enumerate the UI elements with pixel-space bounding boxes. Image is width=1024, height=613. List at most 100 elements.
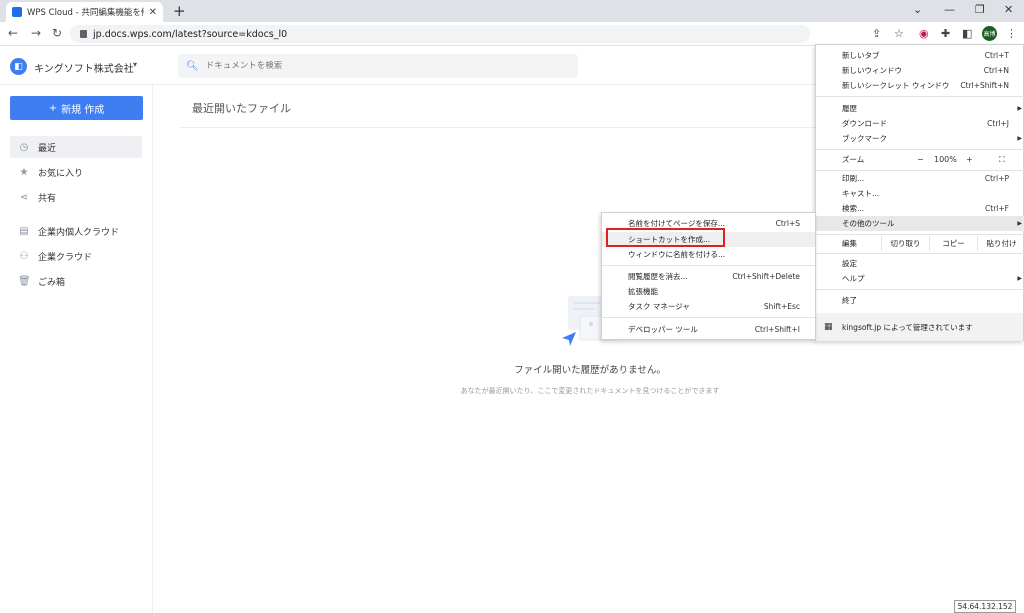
close-window-button[interactable]: ✕ (1004, 3, 1013, 16)
menu-item-shortcut: Ctrl+Shift+N (960, 81, 1009, 90)
menu-item-label: 新しいシークレット ウィンドウ (842, 81, 950, 90)
menu-item-cast[interactable]: キャスト... (816, 186, 1024, 201)
zoom-out-button[interactable]: − (917, 155, 924, 164)
menu-item-zoom: ズーム − 100% + ⛶ (816, 152, 1024, 167)
chrome-menu-kebab-icon[interactable]: ⋮ (1006, 27, 1017, 40)
browser-tab-bar: WPS Cloud - 共同編集機能を備え ✕ + ⌄ — ❐ ✕ (0, 0, 1024, 22)
star-icon: ★ (19, 166, 29, 178)
browser-toolbar: ← → ↻ jp.docs.wps.com/latest?source=kdoc… (0, 22, 1024, 46)
submenu-item-clear-history[interactable]: 閲覧履歴を消去... Ctrl+Shift+Delete (602, 269, 815, 284)
org-name[interactable]: キングソフト株式会社 (34, 60, 134, 75)
menu-item-find[interactable]: 検索... Ctrl+F (816, 201, 1024, 216)
cut-button[interactable]: 切り取り (881, 236, 929, 251)
menu-item-exit[interactable]: 終了 (816, 293, 1024, 308)
managed-label: kingsoft.jp によって管理されています (842, 322, 973, 332)
managed-by-notice[interactable]: ▦ kingsoft.jp によって管理されています (816, 313, 1023, 341)
menu-separator (816, 96, 1024, 97)
org-caret-icon[interactable]: ▾ (133, 60, 137, 69)
menu-item-downloads[interactable]: ダウンロード Ctrl+J (816, 116, 1024, 131)
share-icon[interactable]: ⇪ (872, 27, 881, 40)
color-extension-icon[interactable]: ◉ (919, 27, 929, 40)
menu-item-label: 印刷... (842, 174, 865, 183)
menu-item-label: 終了 (842, 296, 857, 305)
side-panel-icon[interactable]: ◧ (962, 27, 972, 40)
sidebar-item-trash[interactable]: 🗑 ごみ箱 (10, 270, 142, 292)
search-box[interactable]: 🔍︎ (178, 54, 578, 78)
paste-button[interactable]: 貼り付け (977, 236, 1024, 251)
new-create-label: 新規 作成 (61, 104, 105, 116)
sidebar-item-enterprise-cloud[interactable]: ⚇ 企業クラウド (10, 245, 142, 267)
sidebar-item-personal-cloud[interactable]: ▤ 企業内個人クラウド (10, 220, 142, 242)
minimize-button[interactable]: — (944, 3, 955, 16)
menu-item-new-tab[interactable]: 新しいタブ Ctrl+T (816, 48, 1024, 63)
menu-item-shortcut: Ctrl+N (983, 66, 1009, 75)
menu-item-label: 検索... (842, 204, 865, 213)
menu-separator (816, 253, 1024, 254)
menu-item-print[interactable]: 印刷... Ctrl+P (816, 171, 1024, 186)
sidebar: + 新規 作成 ◷ 最近 ★ お気に入り ⋖ 共有 ▤ 企業内個人クラウド ⚇ … (0, 85, 153, 613)
menu-separator (816, 234, 1024, 235)
menu-item-label: その他のツール (842, 219, 895, 228)
new-create-button[interactable]: + 新規 作成 (10, 96, 143, 120)
ip-address-badge: 54.64.132.152 (954, 600, 1016, 613)
search-input[interactable] (205, 61, 566, 71)
submenu-item-label: 拡張機能 (628, 287, 658, 296)
menu-separator (602, 317, 815, 318)
extensions-puzzle-icon[interactable]: ✚ (941, 27, 950, 40)
submenu-item-label: タスク マネージャ (628, 302, 690, 311)
new-tab-button[interactable]: + (173, 2, 186, 20)
sidebar-item-shared[interactable]: ⋖ 共有 (10, 186, 142, 208)
plus-icon: + (48, 102, 58, 114)
submenu-item-task-manager[interactable]: タスク マネージャ Shift+Esc (602, 299, 815, 314)
sidebar-item-recent[interactable]: ◷ 最近 (10, 136, 142, 158)
submenu-item-shortcut: Shift+Esc (763, 302, 800, 311)
menu-item-history[interactable]: 履歴 ▶ (816, 101, 1024, 116)
bookmark-star-icon[interactable]: ☆ (894, 27, 904, 40)
submenu-item-shortcut: Ctrl+Shift+Delete (732, 272, 800, 281)
zoom-in-button[interactable]: + (966, 155, 973, 164)
submenu-item-name-window[interactable]: ウィンドウに名前を付ける... (602, 247, 815, 262)
menu-item-new-incognito[interactable]: 新しいシークレット ウィンドウ Ctrl+Shift+N (816, 78, 1024, 93)
forward-arrow-icon[interactable]: → (31, 26, 41, 40)
menu-item-bookmarks[interactable]: ブックマーク ▶ (816, 131, 1024, 146)
menu-item-shortcut: Ctrl+J (987, 119, 1009, 128)
menu-item-help[interactable]: ヘルプ ▶ (816, 271, 1024, 286)
sidebar-item-favorites[interactable]: ★ お気に入り (10, 161, 142, 183)
sidebar-item-label: ごみ箱 (38, 277, 66, 288)
submenu-item-extensions[interactable]: 拡張機能 (602, 284, 815, 299)
menu-item-more-tools[interactable]: その他のツール ▶ (816, 216, 1024, 231)
submenu-item-developer-tools[interactable]: デベロッパー ツール Ctrl+Shift+I (602, 322, 815, 337)
copy-button[interactable]: コピー (929, 236, 977, 251)
document-icon: ▤ (19, 225, 29, 237)
fullscreen-icon[interactable]: ⛶ (999, 155, 1005, 165)
menu-item-settings[interactable]: 設定 (816, 256, 1024, 271)
menu-item-edit: 編集 切り取り コピー 貼り付け (816, 236, 1024, 251)
menu-item-new-window[interactable]: 新しいウィンドウ Ctrl+N (816, 63, 1024, 78)
divider (180, 127, 820, 128)
search-icon: 🔍︎ (186, 60, 199, 72)
sidebar-item-label: 企業クラウド (38, 252, 93, 263)
menu-separator (816, 149, 1024, 150)
profile-avatar[interactable]: 高博 (982, 26, 997, 41)
address-url: jp.docs.wps.com/latest?source=kdocs_l0 (93, 28, 288, 40)
sidebar-item-label: 企業内個人クラウド (38, 227, 120, 238)
menu-item-label: ヘルプ (842, 274, 865, 283)
menu-item-shortcut: Ctrl+T (984, 51, 1009, 60)
share-icon: ⋖ (19, 191, 29, 203)
back-arrow-icon[interactable]: ← (8, 26, 18, 40)
zoom-level: 100% (934, 155, 957, 164)
browser-tab[interactable]: WPS Cloud - 共同編集機能を備え ✕ (6, 2, 163, 22)
trash-icon: 🗑 (18, 275, 31, 287)
maximize-button[interactable]: ❐ (975, 3, 985, 16)
highlight-annotation-box (606, 228, 725, 247)
reload-icon[interactable]: ↻ (52, 26, 62, 40)
menu-item-label: ダウンロード (842, 119, 887, 128)
submenu-item-label: デベロッパー ツール (628, 325, 698, 334)
tab-search-chevron-icon[interactable]: ⌄ (913, 3, 922, 16)
address-bar[interactable]: jp.docs.wps.com/latest?source=kdocs_l0 (70, 25, 810, 43)
empty-state-subtitle: あなたが最近開いたり、ここで変更されたドキュメントを見つけることができます (460, 387, 720, 395)
close-tab-icon[interactable]: ✕ (149, 7, 157, 18)
menu-item-label: ブックマーク (842, 134, 887, 143)
clock-icon: ◷ (19, 141, 29, 153)
menu-item-label: 新しいウィンドウ (842, 66, 902, 75)
